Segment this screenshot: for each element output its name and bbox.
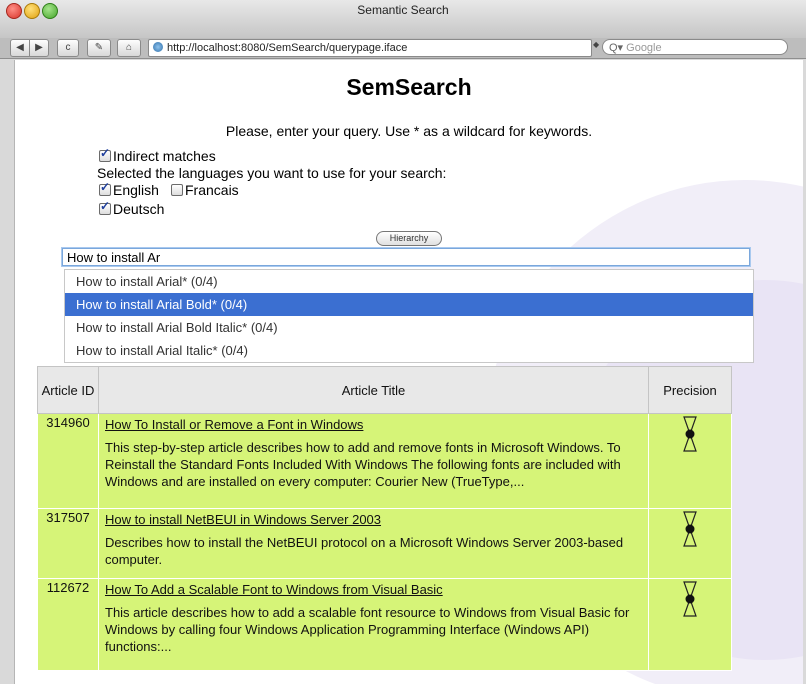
back-button[interactable]: ◀: [10, 39, 30, 57]
english-label: English: [113, 182, 159, 198]
article-title-link[interactable]: How To Install or Remove a Font in Windo…: [105, 417, 642, 432]
table-row: 317507 How to install NetBEUI in Windows …: [37, 508, 732, 579]
article-id: 314960: [37, 413, 99, 509]
window-title: Semantic Search: [357, 3, 449, 17]
search-icon: Q▾: [609, 42, 624, 54]
languages-prompt: Selected the languages you want to use f…: [97, 165, 447, 181]
suggestion-item[interactable]: How to install Arial Bold Italic* (0/4): [65, 316, 753, 339]
reload-button[interactable]: c: [57, 39, 79, 57]
table-row: 112672 How To Add a Scalable Font to Wind…: [37, 578, 732, 671]
article-description: Describes how to install the NetBEUI pro…: [105, 535, 624, 567]
address-bar[interactable]: http://localhost:8080/SemSearch/querypag…: [148, 39, 592, 57]
query-input[interactable]: How to install Ar: [62, 248, 750, 266]
home-button[interactable]: ⌂: [117, 39, 141, 57]
precision-cell: [648, 508, 732, 579]
francais-label: Francais: [185, 182, 239, 198]
article-id: 112672: [37, 578, 99, 671]
article-title-link[interactable]: How To Add a Scalable Font to Windows fr…: [105, 582, 642, 597]
language-option-deutsch[interactable]: Deutsch: [99, 199, 165, 217]
francais-checkbox[interactable]: [171, 184, 183, 196]
language-option-english[interactable]: English: [99, 180, 159, 198]
precision-cell: [648, 578, 732, 671]
deutsch-checkbox[interactable]: [99, 199, 111, 215]
browser-window: Semantic Search ◀ ▶ c ✎ ⌂ http://localho…: [0, 0, 806, 684]
hierarchy-button[interactable]: Hierarchy: [376, 231, 442, 246]
article-title-link[interactable]: How to install NetBEUI in Windows Server…: [105, 512, 642, 527]
edit-button[interactable]: ✎: [87, 39, 111, 57]
hourglass-icon: [683, 511, 697, 547]
browser-search-input[interactable]: Q▾ Google: [602, 39, 788, 55]
results-table: Article ID Article Title Precision 31496…: [37, 366, 732, 671]
hourglass-icon: [683, 581, 697, 617]
header-article-title: Article Title: [98, 366, 649, 414]
indirect-matches-option[interactable]: Indirect matches: [99, 146, 216, 164]
table-header-row: Article ID Article Title Precision: [37, 366, 732, 414]
article-cell: How to install NetBEUI in Windows Server…: [98, 508, 649, 579]
search-placeholder: Google: [626, 42, 662, 54]
header-precision: Precision: [648, 366, 732, 414]
browser-toolbar: ◀ ▶ c ✎ ⌂ http://localhost:8080/SemSearc…: [0, 38, 806, 59]
article-id: 317507: [37, 508, 99, 579]
autocomplete-dropdown: How to install Arial* (0/4) How to instal…: [64, 269, 754, 363]
header-article-id: Article ID: [37, 366, 99, 414]
page-content: SemSearch Please, enter your query. Use …: [14, 60, 803, 684]
forward-button[interactable]: ▶: [29, 39, 49, 57]
suggestion-item[interactable]: How to install Arial Italic* (0/4): [65, 339, 753, 362]
indirect-matches-checkbox[interactable]: [99, 146, 111, 162]
article-cell: How To Add a Scalable Font to Windows fr…: [98, 578, 649, 671]
indirect-matches-label: Indirect matches: [113, 148, 216, 164]
article-description: This step-by-step article describes how …: [105, 440, 621, 489]
table-row: 314960 How To Install or Remove a Font in…: [37, 413, 732, 509]
globe-icon: [153, 42, 163, 52]
title-bar: Semantic Search: [0, 0, 806, 38]
precision-cell: [648, 413, 732, 509]
url-text: http://localhost:8080/SemSearch/querypag…: [167, 42, 408, 54]
url-dropdown-arrow-icon[interactable]: ◆: [593, 40, 599, 49]
article-description: This article describes how to add a scal…: [105, 605, 630, 654]
english-checkbox[interactable]: [99, 180, 111, 196]
results-body: 314960 How To Install or Remove a Font in…: [37, 413, 732, 671]
hourglass-icon: [683, 416, 697, 452]
language-option-francais[interactable]: Francais: [171, 182, 239, 198]
suggestion-item[interactable]: How to install Arial* (0/4): [65, 270, 753, 293]
suggestion-item[interactable]: How to install Arial Bold* (0/4): [65, 293, 753, 316]
query-instruction: Please, enter your query. Use * as a wil…: [225, 123, 593, 139]
deutsch-label: Deutsch: [113, 201, 165, 217]
page-title: SemSearch: [346, 74, 472, 100]
article-cell: How To Install or Remove a Font in Windo…: [98, 413, 649, 509]
